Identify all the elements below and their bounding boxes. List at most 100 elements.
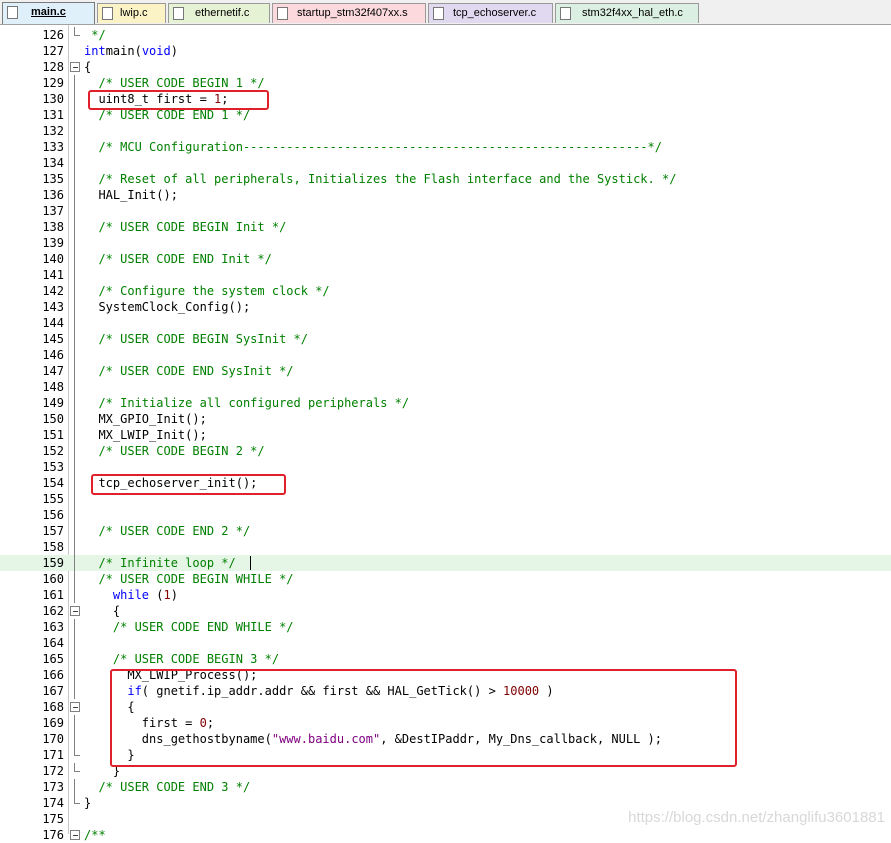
code-line[interactable]: 126 */ (0, 27, 891, 43)
fold-end-icon (74, 795, 80, 804)
fold-line (74, 555, 75, 571)
code-line[interactable]: 162 { (0, 603, 891, 619)
code-line[interactable]: 132 (0, 123, 891, 139)
code-line[interactable]: 173 /* USER CODE END 3 */ (0, 779, 891, 795)
code-token: /* Configure the system clock */ (84, 284, 330, 298)
code-line[interactable]: 164 (0, 635, 891, 651)
fold-line-marker (70, 91, 80, 107)
line-number: 166 (42, 668, 64, 682)
code-line[interactable]: 138 /* USER CODE BEGIN Init */ (0, 219, 891, 235)
tab-lwip-c[interactable]: lwip.c (97, 3, 166, 23)
line-number: 138 (42, 220, 64, 234)
code-line[interactable]: 165 /* USER CODE BEGIN 3 */ (0, 651, 891, 667)
code-token: main( (105, 44, 142, 58)
code-line[interactable]: 133 /* MCU Configuration----------------… (0, 139, 891, 155)
code-text: intmain(void) (84, 43, 178, 59)
fold-line (74, 411, 75, 427)
code-line[interactable]: 137 (0, 203, 891, 219)
fold-toggle-icon[interactable] (70, 59, 80, 75)
fold-empty (70, 43, 80, 59)
code-line[interactable]: 135 /* Reset of all peripherals, Initial… (0, 171, 891, 187)
code-line[interactable]: 142 /* Configure the system clock */ (0, 283, 891, 299)
code-token: ) (170, 44, 178, 58)
fold-end-marker (70, 763, 80, 779)
code-line[interactable]: 145 /* USER CODE BEGIN SysInit */ (0, 331, 891, 347)
code-token: /* Reset of all peripherals, Initializes… (84, 172, 677, 186)
code-line[interactable]: 157 /* USER CODE END 2 */ (0, 523, 891, 539)
code-line[interactable]: 176 /** (0, 827, 891, 843)
fold-line-marker (70, 203, 80, 219)
fold-toggle-icon[interactable] (70, 603, 80, 619)
fold-line-marker (70, 251, 80, 267)
fold-line (74, 475, 75, 491)
line-number: 159 (42, 556, 64, 570)
tab-ethernetif-c[interactable]: ethernetif.c (168, 3, 270, 23)
code-token: HAL_Init(); (84, 188, 178, 202)
file-icon (173, 7, 184, 20)
code-line[interactable]: 134 (0, 155, 891, 171)
tab-tcp-echoserver-c[interactable]: tcp_echoserver.c (428, 3, 553, 23)
fold-line (74, 651, 75, 667)
code-line[interactable]: 149 /* Initialize all configured periphe… (0, 395, 891, 411)
code-token: while (84, 588, 150, 602)
tab-label: startup_stm32f407xx.s (297, 7, 408, 19)
code-line[interactable]: 148 (0, 379, 891, 395)
code-line[interactable]: 127 intmain(void) (0, 43, 891, 59)
code-text: /* USER CODE END Init */ (84, 251, 271, 267)
code-line[interactable]: 163 /* USER CODE END WHILE */ (0, 619, 891, 635)
code-line[interactable]: 156 (0, 507, 891, 523)
fold-line-marker (70, 123, 80, 139)
code-line[interactable]: 144 (0, 315, 891, 331)
code-line[interactable]: 160 /* USER CODE BEGIN WHILE */ (0, 571, 891, 587)
code-line[interactable]: 151 MX_LWIP_Init(); (0, 427, 891, 443)
code-line[interactable]: 143 SystemClock_Config(); (0, 299, 891, 315)
code-line[interactable]: 161 while (1) (0, 587, 891, 603)
code-line[interactable]: 129 /* USER CODE BEGIN 1 */ (0, 75, 891, 91)
code-text: /** (84, 827, 106, 843)
line-number: 141 (42, 268, 64, 282)
code-line[interactable]: 139 (0, 235, 891, 251)
code-text: while (1) (84, 587, 178, 603)
code-line[interactable]: 150 MX_GPIO_Init(); (0, 411, 891, 427)
code-token: /* USER CODE END SysInit */ (84, 364, 294, 378)
line-number: 145 (42, 332, 64, 346)
fold-line (74, 587, 75, 603)
fold-toggle-icon[interactable] (70, 699, 80, 715)
fold-line-marker (70, 379, 80, 395)
code-token: ( (149, 588, 164, 602)
line-number: 175 (42, 812, 64, 826)
fold-line (74, 683, 75, 699)
code-line[interactable]: 146 (0, 347, 891, 363)
fold-toggle-icon[interactable] (70, 827, 80, 843)
fold-line-marker (70, 139, 80, 155)
code-line[interactable]: 152 /* USER CODE BEGIN 2 */ (0, 443, 891, 459)
fold-line-marker (70, 107, 80, 123)
fold-line (74, 667, 75, 683)
code-line[interactable]: 141 (0, 267, 891, 283)
fold-end-marker (70, 795, 80, 811)
tab-label: stm32f4xx_hal_eth.c (582, 7, 683, 19)
tab-main-c[interactable]: main.c (2, 2, 95, 24)
fold-line-marker (70, 555, 80, 571)
code-text: { (84, 603, 120, 619)
code-token: MX_GPIO_Init(); (84, 412, 207, 426)
code-line[interactable]: 159 /* Infinite loop */ (0, 555, 891, 571)
code-line[interactable]: 147 /* USER CODE END SysInit */ (0, 363, 891, 379)
code-line[interactable]: 128 { (0, 59, 891, 75)
file-icon (7, 6, 18, 19)
code-line[interactable]: 158 (0, 539, 891, 555)
fold-line (74, 203, 75, 219)
tab-startup-stm32f407xx-s[interactable]: startup_stm32f407xx.s (272, 3, 426, 23)
fold-line-marker (70, 619, 80, 635)
code-text: /* USER CODE BEGIN 2 */ (84, 443, 265, 459)
tab-stm32f4xx-hal-eth-c[interactable]: stm32f4xx_hal_eth.c (555, 3, 699, 23)
code-line[interactable]: 153 (0, 459, 891, 475)
code-editor[interactable]: 126 */127 intmain(void) 128{129 /* USER CO… (0, 25, 891, 842)
line-number: 137 (42, 204, 64, 218)
code-line[interactable]: 140 /* USER CODE END Init */ (0, 251, 891, 267)
fold-line-marker (70, 507, 80, 523)
code-token: /* USER CODE END WHILE */ (84, 620, 294, 634)
fold-line-marker (70, 587, 80, 603)
code-token: /* USER CODE BEGIN 2 */ (84, 444, 265, 458)
code-line[interactable]: 136 HAL_Init(); (0, 187, 891, 203)
